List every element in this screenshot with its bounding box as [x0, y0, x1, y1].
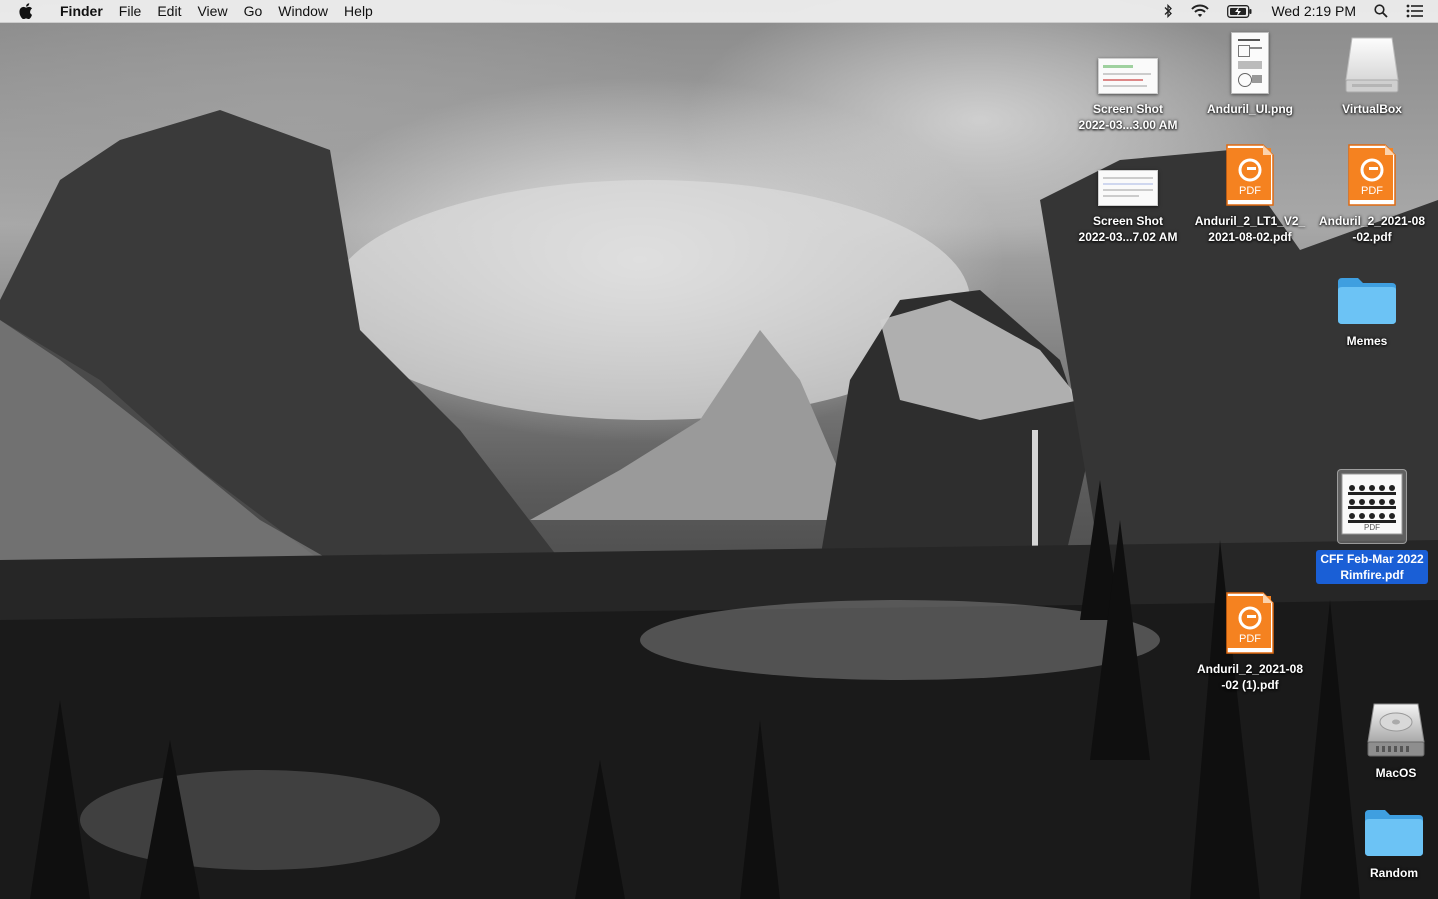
pdf-document-icon: PDF — [1226, 144, 1274, 206]
image-document-icon — [1231, 32, 1269, 94]
desktop-icon-label: Screen Shot 2022-03...3.00 AM — [1078, 102, 1178, 132]
desktop-icon-label: Anduril_2_2021-08 -02.pdf — [1318, 214, 1426, 244]
menu-edit[interactable]: Edit — [149, 0, 189, 22]
desktop-icon-label: Memes — [1346, 334, 1388, 348]
notification-center-icon[interactable] — [1397, 4, 1438, 18]
image-thumbnail-icon — [1098, 170, 1158, 206]
apple-menu-icon[interactable] — [0, 0, 52, 22]
desktop-icon-label: Anduril_UI.png — [1207, 102, 1293, 116]
desktop-icon-screenshot-1[interactable]: Screen Shot 2022-03...3.00 AM — [1068, 44, 1188, 134]
pdf-preview-icon: PDF — [1341, 473, 1403, 535]
wifi-icon[interactable] — [1182, 4, 1218, 18]
svg-text:PDF: PDF — [1239, 633, 1261, 645]
svg-text:PDF: PDF — [1364, 523, 1380, 532]
desktop-icon-label: Anduril_2_2021-08 -02 (1).pdf — [1196, 662, 1304, 692]
pdf-document-icon: PDF — [1348, 144, 1396, 206]
bluetooth-icon[interactable] — [1154, 4, 1182, 18]
hard-drive-icon — [1367, 703, 1425, 757]
menu-view[interactable]: View — [189, 0, 235, 22]
desktop-icon-anduril-2021-pdf[interactable]: PDF Anduril_2_2021-08 -02.pdf — [1312, 144, 1432, 246]
menu-bar: Finder File Edit View Go Window Help Wed… — [0, 0, 1438, 23]
desktop-icon-macos-drive[interactable]: MacOS — [1336, 700, 1438, 782]
folder-icon — [1365, 810, 1423, 856]
desktop-icon-label: CFF Feb-Mar 2022 Rimfire.pdf — [1316, 550, 1428, 584]
menu-file[interactable]: File — [111, 0, 150, 22]
external-drive-icon — [1345, 37, 1399, 93]
desktop-icon-label: MacOS — [1375, 766, 1417, 780]
menu-go[interactable]: Go — [236, 0, 271, 22]
battery-icon[interactable] — [1218, 4, 1262, 18]
desktop-icon-label: Anduril_2_LT1_V2_ 2021-08-02.pdf — [1194, 214, 1306, 244]
pdf-document-icon: PDF — [1226, 592, 1274, 654]
desktop-icon-memes-folder[interactable]: Memes — [1307, 272, 1427, 350]
spotlight-icon[interactable] — [1365, 4, 1397, 18]
menu-help[interactable]: Help — [336, 0, 381, 22]
desktop-icon-cff-rimfire-pdf[interactable]: PDF CFF Feb-Mar 2022 Rimfire.pdf — [1312, 469, 1432, 584]
folder-icon — [1338, 278, 1396, 324]
desktop-icon-screenshot-2[interactable]: Screen Shot 2022-03...7.02 AM — [1068, 156, 1188, 246]
desktop-icon-random-folder[interactable]: Random — [1334, 804, 1438, 882]
desktop-icon-anduril-2021-copy-pdf[interactable]: PDF Anduril_2_2021-08 -02 (1).pdf — [1190, 592, 1310, 694]
wallpaper-landscape — [0, 110, 1438, 899]
desktop-icon-anduril-lt1-pdf[interactable]: PDF Anduril_2_LT1_V2_ 2021-08-02.pdf — [1190, 144, 1310, 246]
svg-text:PDF: PDF — [1361, 185, 1383, 197]
menu-app-name[interactable]: Finder — [52, 0, 111, 22]
desktop-icon-virtualbox[interactable]: VirtualBox — [1312, 32, 1432, 118]
desktop-wallpaper — [0, 0, 1438, 899]
desktop-icon-anduril-ui-png[interactable]: Anduril_UI.png — [1190, 32, 1310, 118]
desktop-icon-label: Random — [1370, 866, 1418, 880]
menubar-clock[interactable]: Wed 2:19 PM — [1262, 0, 1365, 22]
menu-window[interactable]: Window — [270, 0, 336, 22]
image-thumbnail-icon — [1098, 58, 1158, 94]
svg-text:PDF: PDF — [1239, 185, 1261, 197]
desktop-icon-label: VirtualBox — [1342, 102, 1402, 116]
desktop-icon-label: Screen Shot 2022-03...7.02 AM — [1078, 214, 1178, 244]
